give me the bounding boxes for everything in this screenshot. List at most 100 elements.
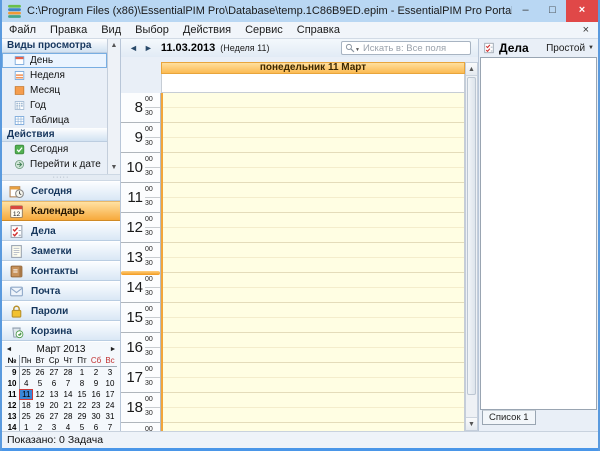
mini-cal-day-cell[interactable]: 1 xyxy=(75,367,89,379)
mini-cal-day-cell[interactable]: 20 xyxy=(47,400,61,411)
hour-slot[interactable] xyxy=(163,303,464,333)
tasks-view-mode-dropdown[interactable]: Простой xyxy=(546,43,585,54)
hour-slot[interactable] xyxy=(163,333,464,363)
nav-button[interactable]: Контакты xyxy=(2,261,120,281)
mini-cal-day-cell[interactable]: 12 xyxy=(33,389,47,400)
menu-item[interactable]: Действия xyxy=(176,22,238,38)
scrollbar-thumb[interactable] xyxy=(467,77,476,395)
view-item[interactable]: День xyxy=(2,53,107,68)
mini-cal-day-cell[interactable]: 23 xyxy=(89,400,103,411)
hour-slot[interactable] xyxy=(163,363,464,393)
prev-day-icon[interactable]: ◄ xyxy=(126,43,141,53)
half-hour-slot[interactable] xyxy=(163,213,464,228)
mini-cal-day-cell[interactable]: 19 xyxy=(33,400,47,411)
mini-cal-day-cell[interactable]: 26 xyxy=(33,367,47,379)
mini-cal-day-cell[interactable]: 4 xyxy=(19,378,33,389)
mini-cal-day-cell[interactable]: 15 xyxy=(75,389,89,400)
mini-cal-day-cell[interactable]: 27 xyxy=(47,411,61,422)
day-column-header[interactable]: понедельник 11 Март xyxy=(161,62,465,74)
hour-slot[interactable] xyxy=(163,243,464,273)
tasks-list[interactable] xyxy=(480,57,597,410)
half-hour-slot[interactable] xyxy=(163,393,464,408)
hour-slot[interactable] xyxy=(163,93,464,123)
nav-button[interactable]: Сегодня xyxy=(2,181,120,201)
menu-item[interactable]: Выбор xyxy=(128,22,176,38)
day-grid[interactable] xyxy=(161,93,465,431)
chevron-down-icon[interactable]: ▼ xyxy=(588,45,594,51)
mini-cal-day-cell[interactable]: 31 xyxy=(103,411,117,422)
mini-cal-day-cell[interactable]: 5 xyxy=(33,378,47,389)
mini-cal-next-icon[interactable]: ► xyxy=(106,346,120,353)
menu-item[interactable]: Вид xyxy=(94,22,128,38)
mini-cal-day-cell[interactable]: 21 xyxy=(61,400,75,411)
hour-slot[interactable] xyxy=(163,273,464,303)
mini-cal-day-cell[interactable]: 10 xyxy=(103,378,117,389)
mini-cal-day-cell[interactable]: 30 xyxy=(89,411,103,422)
nav-button[interactable]: Заметки xyxy=(2,241,120,261)
mini-cal-day-cell[interactable]: 7 xyxy=(61,378,75,389)
mini-cal-day-cell[interactable]: 3 xyxy=(103,367,117,379)
mini-cal-day-cell[interactable]: 26 xyxy=(33,411,47,422)
view-item[interactable]: Месяц xyxy=(2,83,107,98)
mini-cal-today-cell[interactable]: 11 xyxy=(19,389,33,400)
mini-cal-day-cell[interactable]: 25 xyxy=(19,411,33,422)
scroll-up-icon[interactable]: ▲ xyxy=(466,63,477,76)
mini-cal-day-cell[interactable]: 16 xyxy=(89,389,103,400)
next-day-icon[interactable]: ► xyxy=(141,43,156,53)
mini-cal-day-cell[interactable]: 9 xyxy=(89,378,103,389)
action-item[interactable]: Сегодня xyxy=(2,142,107,157)
half-hour-slot[interactable] xyxy=(163,153,464,168)
mini-cal-day-cell[interactable]: 13 xyxy=(47,389,61,400)
hour-slot[interactable] xyxy=(163,393,464,423)
mini-cal-day-cell[interactable]: 27 xyxy=(47,367,61,379)
hour-slot[interactable] xyxy=(163,213,464,243)
search-scope-caret-icon[interactable]: ▼ xyxy=(355,47,360,53)
half-hour-slot[interactable] xyxy=(163,303,464,318)
mini-cal-day-cell[interactable]: 18 xyxy=(19,400,33,411)
mini-cal-day-cell[interactable]: 24 xyxy=(103,400,117,411)
mini-cal-day-cell[interactable]: 8 xyxy=(75,378,89,389)
mini-cal-day-cell[interactable]: 29 xyxy=(75,411,89,422)
mini-cal-day-cell[interactable]: 28 xyxy=(61,367,75,379)
menu-item[interactable]: Сервис xyxy=(238,22,290,38)
nav-button[interactable]: Дела xyxy=(2,221,120,241)
view-item[interactable]: Год xyxy=(2,98,107,113)
hour-slot[interactable] xyxy=(163,183,464,213)
hour-slot[interactable] xyxy=(163,153,464,183)
mini-cal-day-cell[interactable]: 17 xyxy=(103,389,117,400)
menu-close-icon[interactable]: × xyxy=(574,24,598,36)
half-hour-slot[interactable] xyxy=(163,123,464,138)
mini-cal-prev-icon[interactable]: ◄ xyxy=(2,346,16,353)
half-hour-slot[interactable] xyxy=(163,183,464,198)
mini-cal-day-cell[interactable]: 28 xyxy=(61,411,75,422)
mini-cal-day-cell[interactable]: 2 xyxy=(89,367,103,379)
close-button[interactable]: × xyxy=(566,0,598,22)
half-hour-slot[interactable] xyxy=(163,273,464,288)
action-item[interactable]: Перейти к дате xyxy=(2,157,107,172)
half-hour-slot[interactable] xyxy=(163,333,464,348)
scroll-down-icon[interactable]: ▼ xyxy=(108,161,120,174)
scroll-up-icon[interactable]: ▲ xyxy=(108,39,120,52)
hour-slot[interactable] xyxy=(163,423,464,431)
nav-button[interactable]: 12Календарь xyxy=(2,201,120,221)
nav-button[interactable]: Корзина xyxy=(2,321,120,341)
calendar-scrollbar[interactable]: ▲ ▼ xyxy=(465,62,478,431)
menu-item[interactable]: Справка xyxy=(290,22,347,38)
half-hour-slot[interactable] xyxy=(163,423,464,431)
search-input[interactable]: ▼ Искать в: Все поля xyxy=(341,41,471,55)
view-item[interactable]: Неделя xyxy=(2,68,107,83)
tasks-list-tab[interactable]: Список 1 xyxy=(482,410,536,425)
mini-cal-day-cell[interactable]: 14 xyxy=(61,389,75,400)
nav-button[interactable]: Почта xyxy=(2,281,120,301)
minimize-button[interactable]: – xyxy=(512,0,539,22)
menu-item[interactable]: Правка xyxy=(43,22,94,38)
scroll-down-icon[interactable]: ▼ xyxy=(466,417,477,430)
all-day-events-area[interactable] xyxy=(161,74,465,93)
half-hour-slot[interactable] xyxy=(163,93,464,108)
mini-cal-day-cell[interactable]: 22 xyxy=(75,400,89,411)
hour-slot[interactable] xyxy=(163,123,464,153)
sidebar-scrollbar[interactable]: ▲ ▼ xyxy=(107,39,120,174)
maximize-button[interactable]: □ xyxy=(539,0,566,22)
half-hour-slot[interactable] xyxy=(163,243,464,258)
mini-cal-day-cell[interactable]: 6 xyxy=(47,378,61,389)
